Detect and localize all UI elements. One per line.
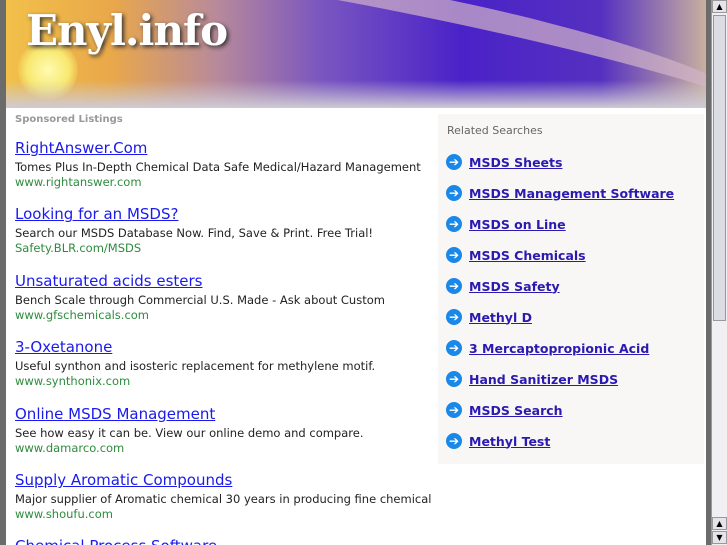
listing-description: Search our MSDS Database Now. Find, Save… bbox=[15, 226, 374, 241]
related-search-link[interactable]: Methyl D bbox=[469, 310, 532, 325]
listing-description: Useful synthon and isosteric replacement… bbox=[15, 359, 376, 374]
related-search-item[interactable]: ➔ MSDS Chemicals bbox=[446, 247, 586, 263]
scroll-down-button[interactable]: ▼ bbox=[712, 531, 727, 544]
listing-url[interactable]: www.damarco.com bbox=[15, 441, 435, 456]
header-banner: Enyl.info bbox=[6, 0, 706, 108]
related-search-item[interactable]: ➔ MSDS on Line bbox=[446, 216, 566, 232]
listing-url[interactable]: www.shoufu.com bbox=[15, 507, 435, 522]
sponsored-listing: Unsaturated acids esters Bench Scale thro… bbox=[15, 272, 435, 323]
page: Enyl.info Sponsored Listings RightAnswer… bbox=[6, 0, 706, 545]
related-search-link[interactable]: Hand Sanitizer MSDS bbox=[469, 372, 618, 387]
sponsored-listing: Supply Aromatic Compounds Major supplier … bbox=[15, 471, 435, 522]
listing-description: Major supplier of Aromatic chemical 30 y… bbox=[15, 492, 432, 506]
related-search-item[interactable]: ➔ 3 Mercaptopropionic Acid bbox=[446, 340, 649, 356]
arrow-right-circle-icon: ➔ bbox=[446, 278, 462, 294]
listing-url[interactable]: www.synthonix.com bbox=[15, 374, 435, 389]
related-search-item[interactable]: ➔ MSDS Sheets bbox=[446, 154, 562, 170]
arrow-right-circle-icon: ➔ bbox=[446, 309, 462, 325]
listing-description: See how easy it can be. View our online … bbox=[15, 425, 364, 440]
arrow-right-circle-icon: ➔ bbox=[446, 154, 462, 170]
arrow-right-circle-icon: ➔ bbox=[446, 340, 462, 356]
scroll-up-button-bottom[interactable]: ▲ bbox=[712, 517, 727, 530]
listing-title-link[interactable]: Chemical Process Software bbox=[15, 537, 435, 545]
listing-title-link[interactable]: Online MSDS Management bbox=[15, 405, 435, 423]
scrollbar-thumb[interactable] bbox=[713, 15, 726, 321]
arrow-right-circle-icon: ➔ bbox=[446, 247, 462, 263]
related-searches-label: Related Searches bbox=[447, 124, 543, 137]
related-search-link[interactable]: MSDS Chemicals bbox=[469, 248, 586, 263]
listing-description: Tomes Plus In-Depth Chemical Data Safe M… bbox=[15, 160, 421, 174]
sponsored-listing: 3-Oxetanone Useful synthon and isosteric … bbox=[15, 338, 435, 389]
sponsored-listing: Looking for an MSDS? Search our MSDS Data… bbox=[15, 205, 435, 256]
related-search-item[interactable]: ➔ MSDS Search bbox=[446, 402, 563, 418]
related-searches-panel: Related Searches ➔ MSDS Sheets ➔ MSDS Manag… bbox=[438, 114, 704, 464]
sponsored-listing: RightAnswer.Com Tomes Plus In-Depth Chemi… bbox=[15, 139, 435, 190]
listing-title-link[interactable]: Supply Aromatic Compounds bbox=[15, 471, 435, 489]
scrollbar[interactable]: ▲ ▲ ▼ bbox=[711, 0, 727, 545]
site-logo[interactable]: Enyl.info bbox=[26, 6, 228, 55]
related-search-item[interactable]: ➔ Hand Sanitizer MSDS bbox=[446, 371, 618, 387]
related-search-link[interactable]: MSDS Management Software bbox=[469, 186, 674, 201]
related-search-link[interactable]: Methyl Test bbox=[469, 434, 550, 449]
listing-description: Bench Scale through Commercial U.S. Made… bbox=[15, 292, 385, 307]
listing-url[interactable]: www.rightanswer.com bbox=[15, 175, 435, 190]
arrow-right-circle-icon: ➔ bbox=[446, 216, 462, 232]
sponsored-listings-label: Sponsored Listings bbox=[15, 114, 123, 125]
related-search-link[interactable]: MSDS Sheets bbox=[469, 155, 562, 170]
sponsored-listing: Online MSDS Management See how easy it ca… bbox=[15, 405, 435, 456]
arrow-right-circle-icon: ➔ bbox=[446, 433, 462, 449]
related-search-link[interactable]: MSDS on Line bbox=[469, 217, 566, 232]
related-search-item[interactable]: ➔ MSDS Management Software bbox=[446, 185, 674, 201]
related-search-item[interactable]: ➔ MSDS Safety bbox=[446, 278, 560, 294]
listing-title-link[interactable]: Unsaturated acids esters bbox=[15, 272, 435, 290]
related-search-link[interactable]: MSDS Safety bbox=[469, 279, 560, 294]
related-search-item[interactable]: ➔ Methyl Test bbox=[446, 433, 550, 449]
related-search-link[interactable]: MSDS Search bbox=[469, 403, 563, 418]
related-search-link[interactable]: 3 Mercaptopropionic Acid bbox=[469, 341, 649, 356]
listing-url[interactable]: Safety.BLR.com/MSDS bbox=[15, 241, 435, 256]
related-search-item[interactable]: ➔ Methyl D bbox=[446, 309, 532, 325]
listing-title-link[interactable]: 3-Oxetanone bbox=[15, 338, 435, 356]
arrow-right-circle-icon: ➔ bbox=[446, 185, 462, 201]
listing-title-link[interactable]: Looking for an MSDS? bbox=[15, 205, 435, 223]
listing-url[interactable]: www.gfschemicals.com bbox=[15, 308, 435, 323]
sponsored-listing: Chemical Process Software bbox=[15, 537, 435, 545]
listing-title-link[interactable]: RightAnswer.Com bbox=[15, 139, 435, 157]
arrow-right-circle-icon: ➔ bbox=[446, 402, 462, 418]
arrow-right-circle-icon: ➔ bbox=[446, 371, 462, 387]
scroll-up-button[interactable]: ▲ bbox=[712, 0, 727, 13]
